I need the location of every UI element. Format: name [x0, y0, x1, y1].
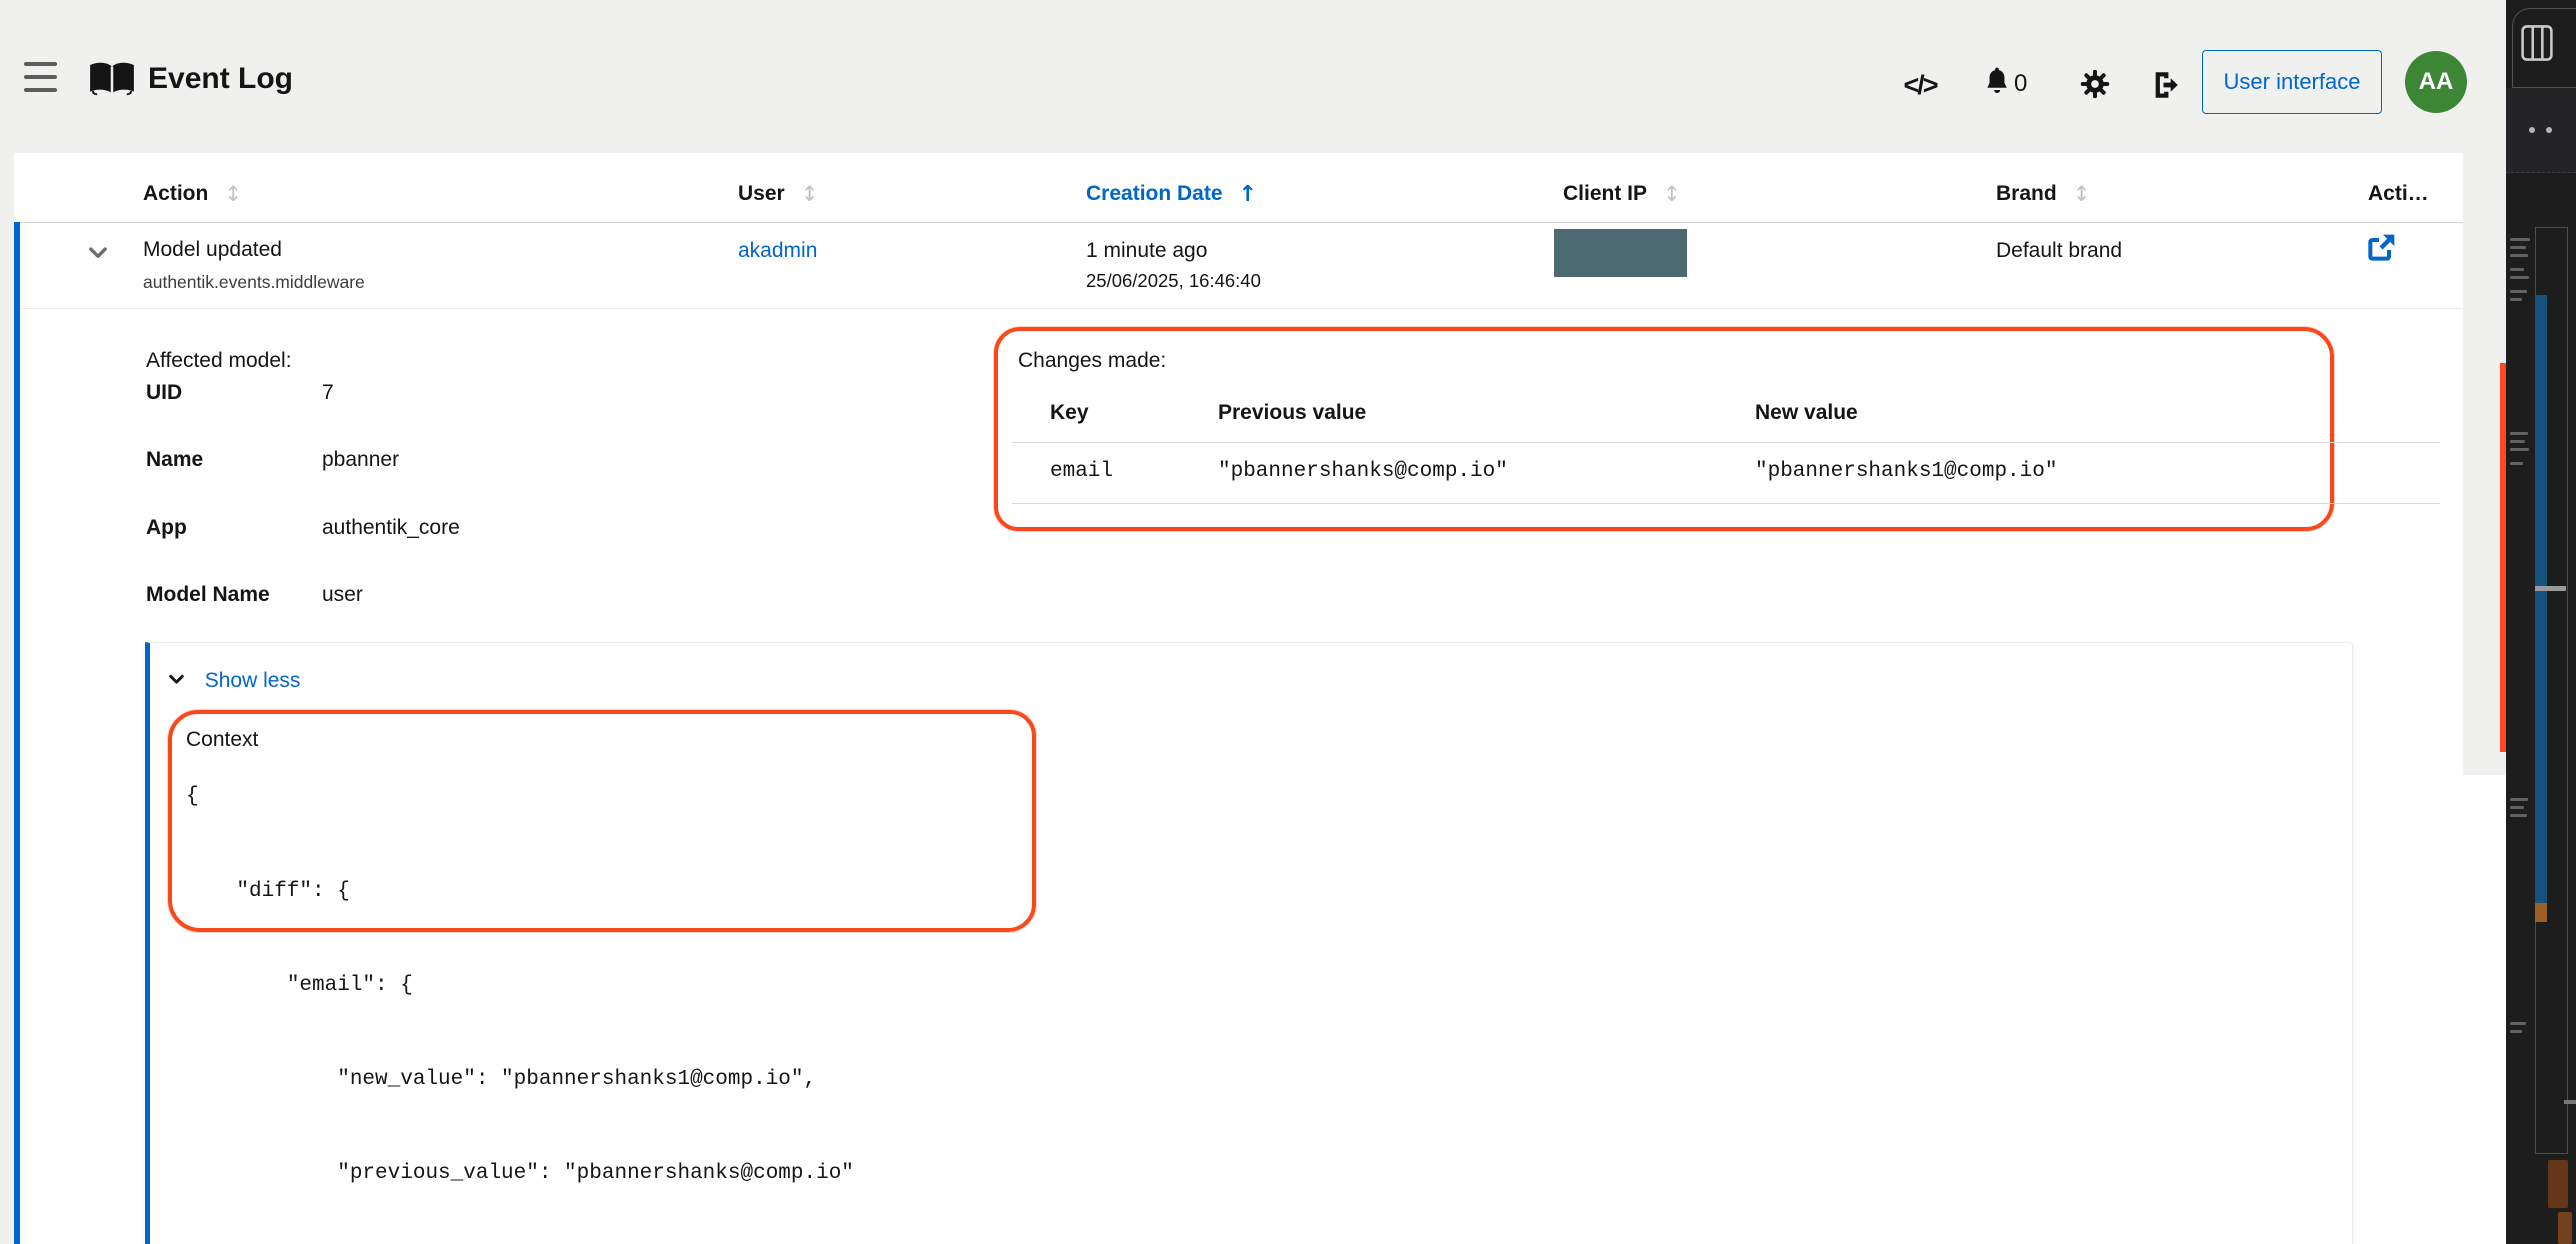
open-event-button[interactable]: [2362, 230, 2400, 268]
changes-made-title: Changes made:: [1018, 348, 1166, 374]
sort-icon[interactable]: ↕: [2073, 182, 2091, 206]
notifications-button[interactable]: [1980, 64, 2014, 104]
column-header-action[interactable]: Action ↕: [143, 181, 242, 207]
changes-divider: [1012, 442, 2440, 443]
client-ip-redaction-box: [1554, 229, 1687, 277]
more-options-icon[interactable]: [2529, 120, 2555, 128]
changes-divider: [1012, 503, 2440, 504]
minimap-scroll-thumb[interactable]: [2535, 295, 2547, 903]
row-divider: [20, 308, 2463, 309]
code-brackets-icon: </>: [1903, 70, 1936, 100]
annotation-box-changes: [994, 327, 2334, 531]
event-log-page: Event Log </> 0: [0, 0, 2576, 1244]
row-collapse-toggle[interactable]: [82, 238, 114, 270]
column-header-actions: Acti…: [2368, 181, 2429, 207]
changes-col-key: Key: [1050, 400, 1089, 426]
sign-out-button[interactable]: [2148, 67, 2186, 105]
field-label: UID: [146, 380, 182, 406]
expanded-row-indicator: [14, 222, 20, 1244]
tool-strip-dotted-section: [2506, 88, 2576, 173]
event-user-link[interactable]: akadmin: [738, 238, 817, 264]
column-header-creation-date[interactable]: Creation Date ↑: [1086, 181, 1257, 207]
book-logo-icon: [88, 56, 136, 107]
minimap-brown-cap: [2535, 903, 2547, 922]
minimap-right-tick: [2564, 1100, 2576, 1104]
affected-model-label: Affected model:: [146, 348, 292, 374]
minimap-bottom-blob: [2558, 1212, 2572, 1244]
field-value: 7: [322, 380, 334, 406]
event-action-subtitle: authentik.events.middleware: [143, 271, 365, 293]
show-less-label: Show less: [205, 669, 301, 692]
event-created-absolute: 25/06/2025, 16:46:40: [1086, 269, 1261, 292]
context-json-line: "previous_value": "pbannershanks@comp.io…: [186, 1158, 854, 1189]
context-json-line: "email": {: [186, 970, 854, 1001]
sort-icon[interactable]: ↕: [801, 182, 819, 206]
field-value: user: [322, 582, 363, 608]
field-label: Name: [146, 447, 203, 473]
side-tool-strip: [2506, 0, 2576, 1244]
context-json: { "diff": { "email": { "new_value": "pba…: [186, 750, 854, 1244]
field-value: pbanner: [322, 447, 399, 473]
event-brand: Default brand: [1996, 238, 2122, 264]
bell-icon: [1981, 88, 2013, 103]
sort-ascending-icon[interactable]: ↑: [1239, 182, 1257, 207]
minimap-gray-tick: [2535, 586, 2566, 591]
gear-icon: [2078, 89, 2112, 104]
changes-row-previous: "pbannershanks@comp.io": [1218, 459, 1508, 485]
changes-row-key: email: [1050, 459, 1113, 485]
changes-col-previous: Previous value: [1218, 400, 1366, 426]
masthead: Event Log </> 0: [0, 0, 2576, 152]
event-created-relative: 1 minute ago: [1086, 238, 1207, 264]
field-label: App: [146, 515, 187, 541]
table-row: Model updated authentik.events.middlewar…: [20, 222, 2463, 308]
sort-icon[interactable]: ↕: [224, 182, 242, 206]
context-json-line: {: [186, 781, 854, 812]
avatar[interactable]: AA: [2405, 51, 2467, 113]
context-json-line: "new_value": "pbannershanks1@comp.io",: [186, 1064, 854, 1095]
layout-columns-icon[interactable]: [2521, 24, 2553, 67]
sort-icon[interactable]: ↕: [1663, 182, 1681, 206]
show-less-toggle[interactable]: Show less: [166, 664, 306, 698]
column-header-user[interactable]: User ↕: [738, 181, 818, 207]
field-label: Model Name: [146, 582, 270, 608]
column-header-client-ip[interactable]: Client IP ↕: [1563, 181, 1681, 207]
content-panel-lower-extension: [2463, 775, 2506, 1244]
chevron-down-icon: [85, 254, 111, 269]
event-action-title: Model updated: [143, 237, 282, 263]
minimap-bottom-blob: [2548, 1160, 2568, 1208]
page-title: Event Log: [148, 60, 293, 98]
menu-toggle-button[interactable]: [24, 62, 57, 92]
user-interface-button[interactable]: User interface: [2202, 50, 2382, 114]
settings-button[interactable]: [2076, 66, 2114, 104]
column-header-brand[interactable]: Brand ↕: [1996, 181, 2090, 207]
chevron-down-icon: [166, 678, 191, 693]
share-square-icon: [2365, 252, 2397, 267]
context-json-line: "diff": {: [186, 876, 854, 907]
field-value: authentik_core: [322, 515, 460, 541]
changes-row-new: "pbannershanks1@comp.io": [1755, 459, 2057, 485]
hamburger-icon: [24, 62, 57, 92]
sign-out-icon: [2150, 90, 2184, 105]
notification-count: 0: [2014, 68, 2027, 100]
changes-col-new: New value: [1755, 400, 1858, 426]
api-docs-button[interactable]: </>: [1894, 66, 1946, 104]
